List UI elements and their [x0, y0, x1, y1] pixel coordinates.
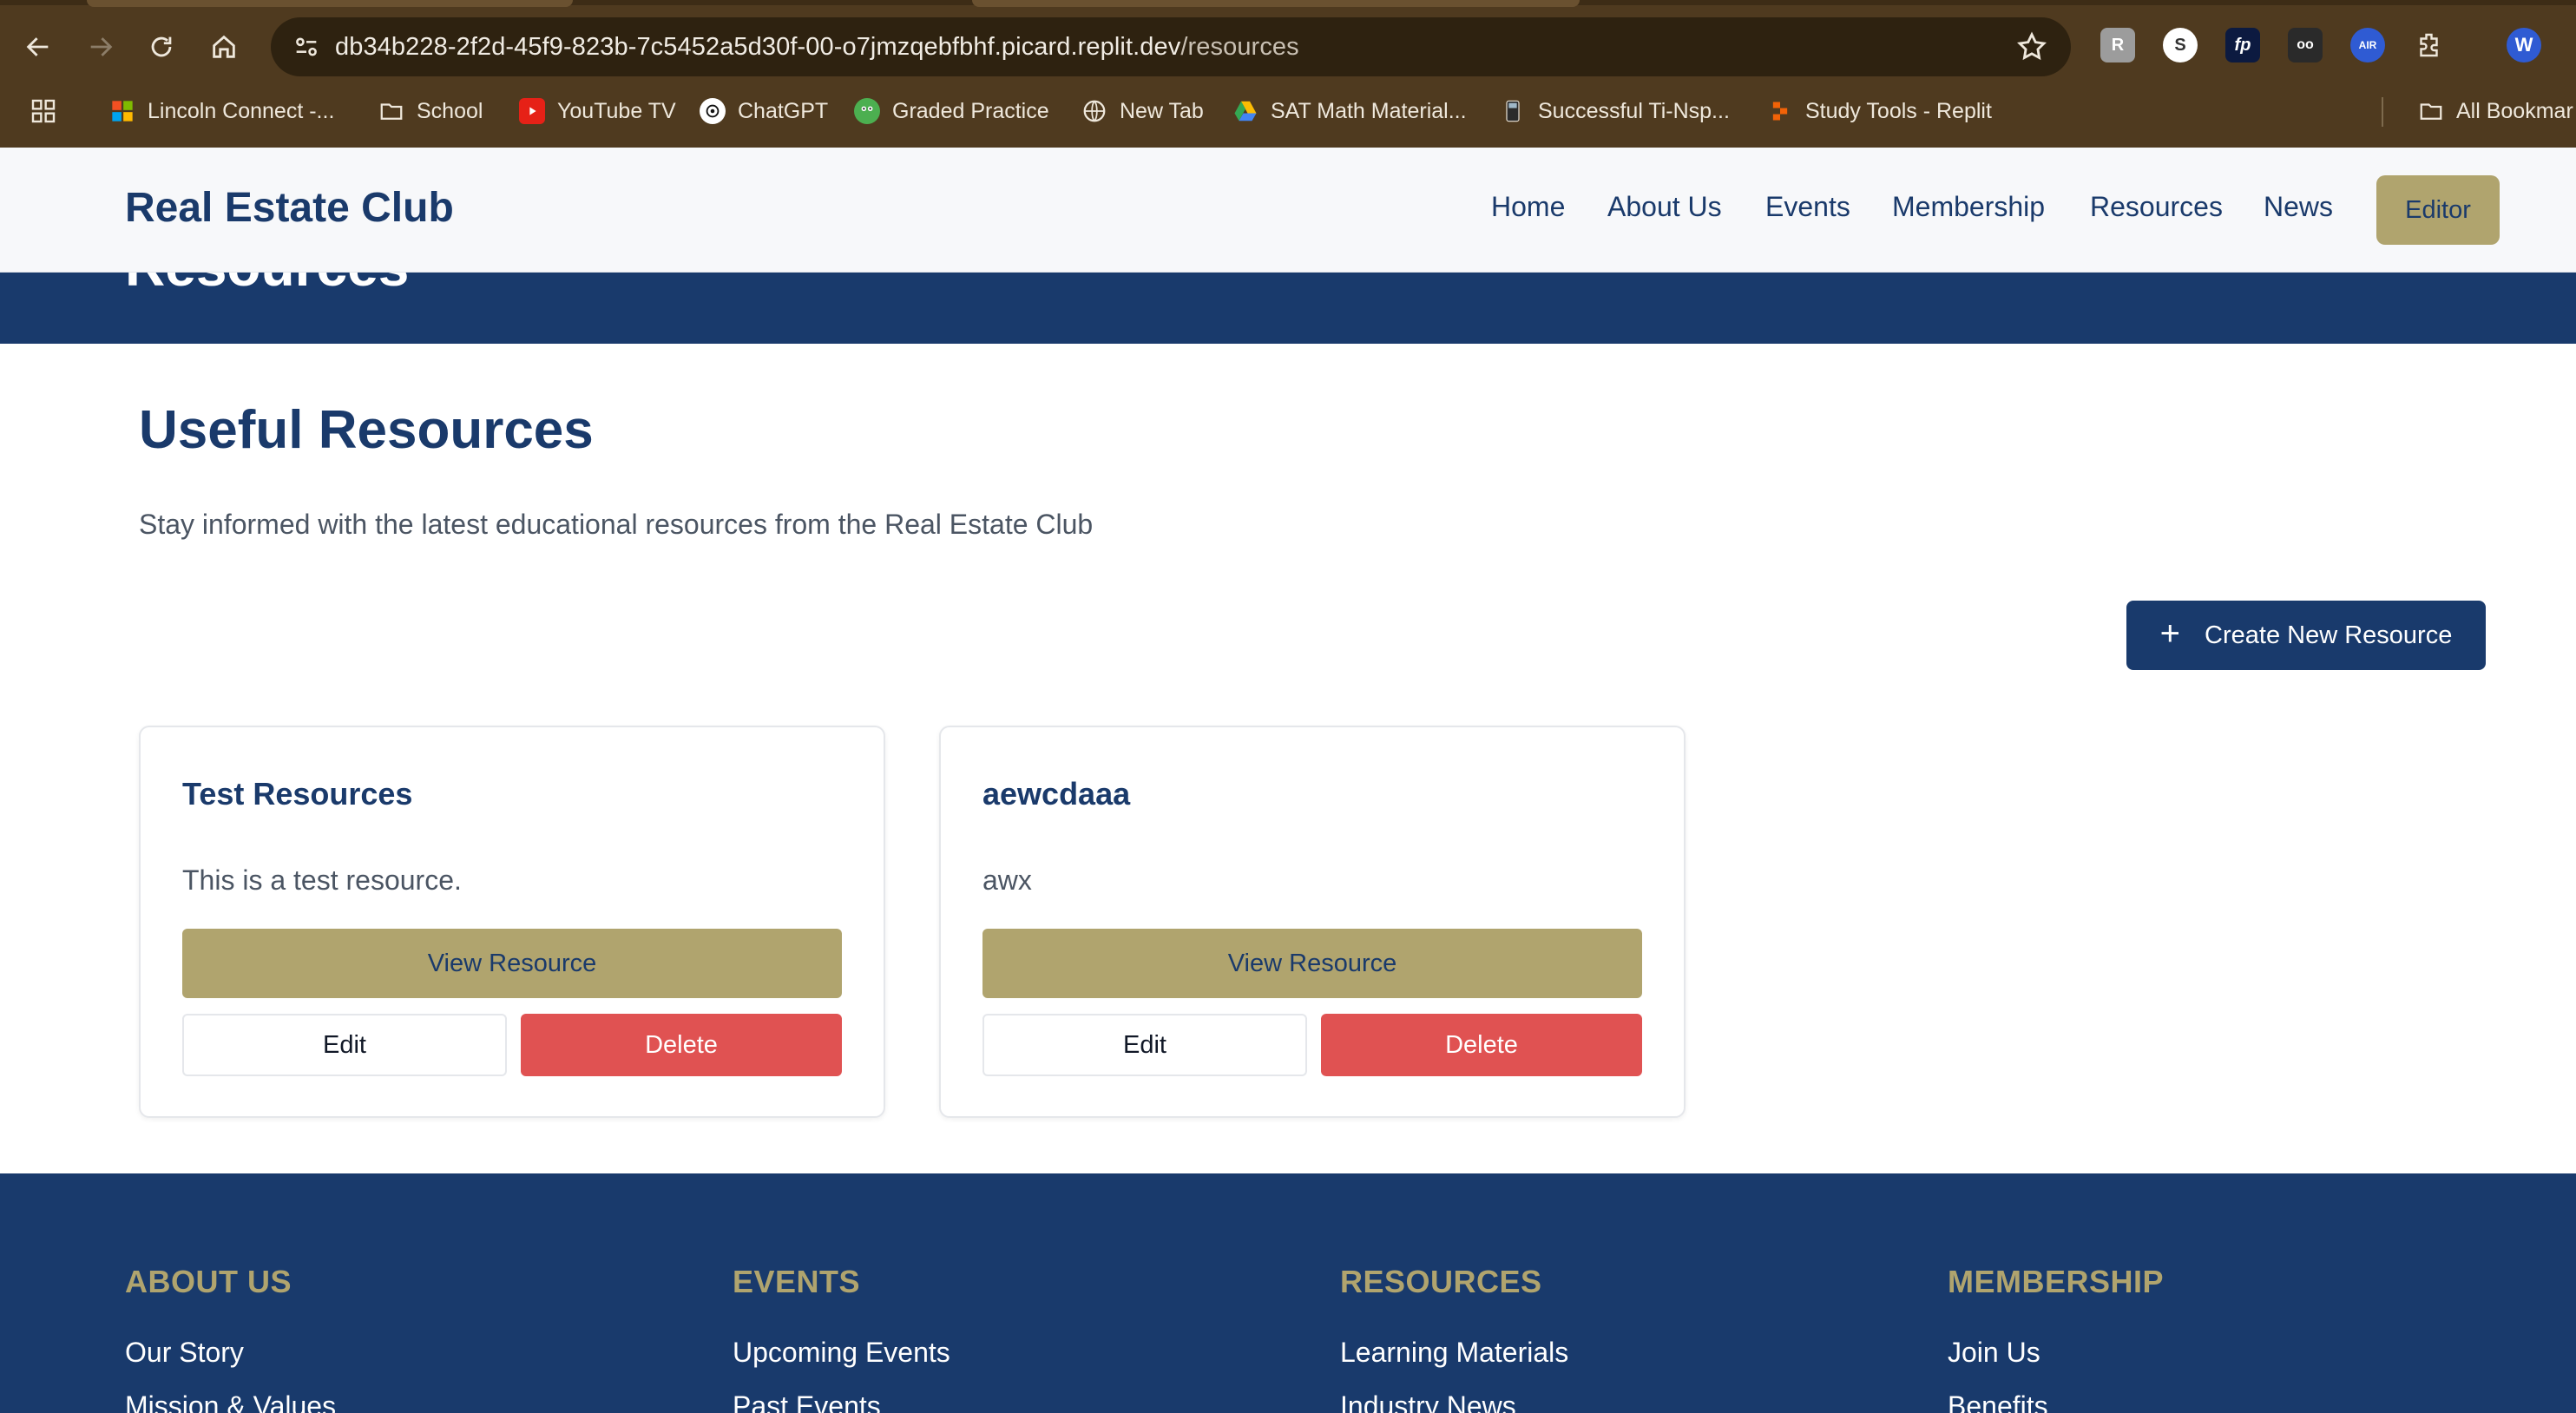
home-button[interactable]	[201, 24, 246, 69]
plus-icon: +	[2159, 614, 2181, 653]
bookmark-label: Successful Ti-Nsp...	[1538, 98, 1730, 123]
editor-button[interactable]: Editor	[2376, 175, 2500, 245]
resource-card-description: awx	[982, 864, 1032, 896]
site-header: Real Estate Club Home About Us Events Me…	[0, 148, 2576, 273]
globe-icon	[1081, 98, 1107, 124]
footer-link[interactable]: Mission & Values	[125, 1390, 336, 1413]
footer-link[interactable]: Benefits	[1948, 1390, 2048, 1413]
s-extension-icon[interactable]: S	[2163, 28, 2198, 62]
bookmark-item[interactable]: Graded Practice	[854, 92, 1049, 130]
footer-link[interactable]: Past Events	[733, 1390, 881, 1413]
chatgpt-icon	[700, 98, 726, 124]
windows-logo-icon	[109, 98, 135, 124]
edit-resource-button[interactable]: Edit	[982, 1014, 1307, 1076]
frog-icon	[854, 98, 880, 124]
bookmarks-bar: Lincoln Connect -... School YouTube TV C…	[0, 87, 2576, 135]
view-resource-button[interactable]: View Resource	[182, 929, 842, 998]
bookmark-item[interactable]: New Tab	[1081, 92, 1204, 130]
delete-resource-button[interactable]: Delete	[521, 1014, 842, 1076]
hero-title: Resources	[125, 273, 409, 299]
bookmark-label: SAT Math Material...	[1271, 98, 1467, 123]
google-drive-icon	[1232, 98, 1258, 124]
nav-home[interactable]: Home	[1491, 191, 1565, 223]
nav-events[interactable]: Events	[1765, 191, 1850, 223]
footer-link[interactable]: Join Us	[1948, 1337, 2040, 1369]
footer-heading-about-us: ABOUT US	[125, 1264, 292, 1299]
resource-card: Test Resources This is a test resource. …	[139, 726, 885, 1118]
view-resource-button[interactable]: View Resource	[982, 929, 1642, 998]
bookmark-star-icon[interactable]	[2015, 30, 2048, 63]
bookmark-item[interactable]: SAT Math Material...	[1232, 92, 1467, 130]
site-footer: ABOUT US Our Story Mission & Values EVEN…	[0, 1173, 2576, 1413]
page-subtitle: Stay informed with the latest educationa…	[139, 509, 1094, 540]
nav-about-us[interactable]: About Us	[1607, 191, 1722, 223]
arrow-left-icon	[26, 37, 49, 56]
footer-link[interactable]: Upcoming Events	[733, 1337, 950, 1369]
profile-avatar[interactable]: W	[2507, 28, 2541, 62]
bookmark-item[interactable]: School	[378, 92, 483, 130]
footer-link[interactable]: Industry News	[1340, 1390, 1516, 1413]
bookmark-item[interactable]: ChatGPT	[700, 92, 828, 130]
footer-heading-events: EVENTS	[733, 1264, 861, 1299]
bookmark-label: New Tab	[1120, 98, 1204, 123]
bookmark-label: School	[417, 98, 483, 123]
bookmarks-divider	[2382, 97, 2383, 127]
resource-card-description: This is a test resource.	[182, 864, 462, 896]
page-hero: Resources	[0, 273, 2576, 344]
bookmark-label: YouTube TV	[557, 98, 676, 123]
browser-chrome: db34b228-2f2d-45f9-823b-7c5452a5d30f-00-…	[0, 0, 2576, 148]
folder-icon	[2418, 98, 2444, 124]
footer-heading-membership: MEMBERSHIP	[1948, 1264, 2165, 1299]
bookmark-label: Graded Practice	[892, 98, 1049, 123]
youtube-icon	[519, 98, 545, 124]
browser-tab[interactable]	[972, 0, 1580, 7]
nav-news[interactable]: News	[2264, 191, 2333, 223]
extensions-puzzle-icon[interactable]	[2413, 28, 2448, 62]
all-bookmarks-button[interactable]: All Bookmar	[2418, 92, 2573, 130]
reload-icon	[151, 36, 172, 57]
edit-resource-button[interactable]: Edit	[182, 1014, 507, 1076]
footer-link[interactable]: Learning Materials	[1340, 1337, 1568, 1369]
replit-icon	[1767, 98, 1793, 124]
resource-card-title: Test Resources	[182, 776, 413, 812]
browser-tab[interactable]	[87, 0, 573, 7]
create-resource-button[interactable]: + Create New Resource	[2126, 601, 2486, 670]
create-resource-label: Create New Resource	[2205, 621, 2453, 649]
calculator-icon	[1500, 98, 1526, 124]
air-extension-icon[interactable]: AIR	[2350, 28, 2385, 62]
url-path: /resources	[1180, 32, 1299, 61]
bookmark-label: Lincoln Connect -...	[148, 98, 335, 123]
fp-extension-icon[interactable]: fp	[2225, 28, 2260, 62]
arrow-right-icon	[90, 37, 113, 56]
bookmark-item[interactable]: Study Tools - Replit	[1767, 92, 1992, 130]
resource-card-title: aewcdaaa	[982, 776, 1131, 812]
bookmark-item[interactable]: Successful Ti-Nsp...	[1500, 92, 1730, 130]
resource-card: aewcdaaa awx View Resource Edit Delete	[939, 726, 1686, 1118]
bookmark-label: ChatGPT	[738, 98, 829, 123]
nav-resources[interactable]: Resources	[2090, 191, 2223, 223]
forward-button[interactable]	[78, 24, 123, 69]
goggles-extension-icon[interactable]: oo	[2288, 28, 2323, 62]
delete-resource-button[interactable]: Delete	[1321, 1014, 1642, 1076]
footer-link[interactable]: Our Story	[125, 1337, 244, 1369]
apps-grid-icon[interactable]	[30, 92, 57, 130]
bookmark-label: Study Tools - Replit	[1805, 98, 1992, 123]
footer-heading-resources: RESOURCES	[1340, 1264, 1542, 1299]
bookmark-item[interactable]: YouTube TV	[519, 92, 676, 130]
home-icon	[213, 35, 235, 58]
back-button[interactable]	[16, 24, 61, 69]
puzzle-r-extension-icon[interactable]: R	[2100, 28, 2135, 62]
site-brand[interactable]: Real Estate Club	[125, 184, 454, 232]
reload-button[interactable]	[139, 24, 184, 69]
url-text: db34b228-2f2d-45f9-823b-7c5452a5d30f-00-…	[335, 33, 1299, 62]
page-title: Useful Resources	[139, 400, 594, 460]
folder-icon	[378, 98, 404, 124]
url-host: db34b228-2f2d-45f9-823b-7c5452a5d30f-00-…	[335, 32, 1181, 61]
all-bookmarks-label: All Bookmar	[2456, 98, 2573, 123]
nav-membership[interactable]: Membership	[1892, 191, 2045, 223]
address-bar[interactable]: db34b228-2f2d-45f9-823b-7c5452a5d30f-00-…	[271, 17, 2071, 76]
bookmark-item[interactable]: Lincoln Connect -...	[109, 92, 334, 130]
site-settings-icon[interactable]	[278, 17, 335, 76]
